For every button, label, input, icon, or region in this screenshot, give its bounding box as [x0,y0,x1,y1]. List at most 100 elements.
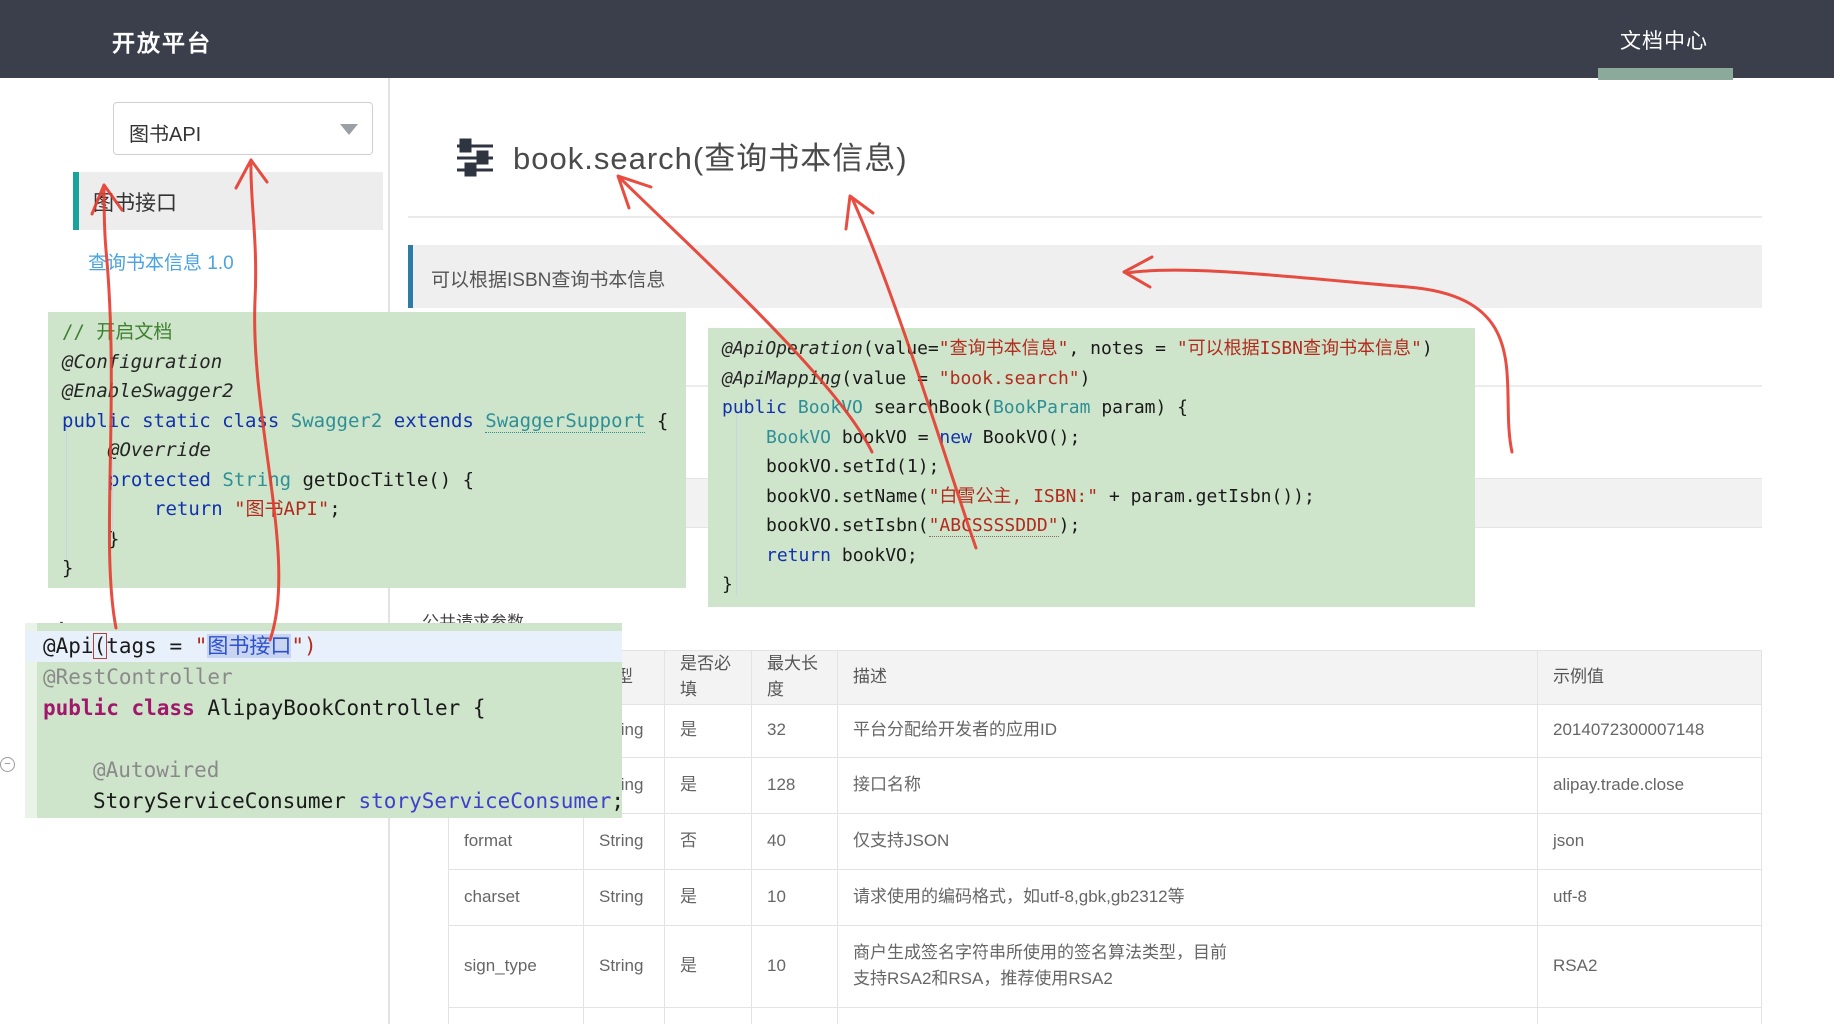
table-cell: 是 [664,757,751,813]
chevron-down-icon [340,124,358,135]
code-token: // 开启文档 [62,321,172,343]
nav-item-doc-center[interactable]: 文档中心 [1620,25,1708,55]
code-line: @Api(tags = "图书接口") [25,631,622,662]
code-line: @ApiOperation(value="查询书本信息", notes = "可… [722,334,1475,364]
code-token: extends [394,410,486,432]
code-token: ) [1422,338,1433,359]
code-token: , notes = [1068,338,1176,359]
code-line: public class AlipayBookController { [43,693,622,724]
code-token: BookVO [798,397,874,418]
page-title: book.search(查询书本信息) [513,133,908,178]
api-select-dropdown[interactable]: 图书API [113,102,373,155]
divider [408,216,1762,218]
code-line: } [62,554,686,584]
code-token: (value = [841,368,939,389]
table-cell: 40 [751,813,837,869]
code-token: @Configuration [62,351,222,373]
table-cell: 请求使用的编码格式，如utf-8,gbk,gb2312等 [837,869,1537,925]
code-token: "ABCSSSSDDD" [929,515,1059,537]
code-line [43,724,622,755]
code-line: } [722,570,1475,600]
code-line: @EnableSwagger2 [62,377,686,407]
active-tab-indicator [1598,68,1733,80]
table-cell: 10 [751,869,837,925]
code-line: BookVO bookVO = new BookVO(); [722,423,1475,453]
table-cell: format [448,813,583,869]
code-line: @Configuration [62,348,686,378]
code-line: // 开启文档 [62,318,686,348]
code-token: return [766,545,842,566]
api-summary-banner: 可以根据ISBN查询书本信息 [408,245,1762,308]
top-navbar: 开放平台 文档中心 [0,0,1834,78]
table-cell: 平台分配给开发者的应用ID [837,704,1537,757]
code-line: public BookVO searchBook(BookParam param… [722,393,1475,423]
code-token: + param.getIsbn()); [1098,486,1315,507]
code-line: return bookVO; [722,541,1475,571]
table-cell: sign_type [448,925,583,1007]
table-cell: 2014072300007148 [1537,704,1762,757]
code-line: bookVO.setIsbn("ABCSSSSDDD"); [722,511,1475,541]
page: 开放平台 文档中心 图书API 图书接口 查询书本信息 1.0 book.sea… [0,0,1834,1024]
code-snippet-swagger-config: // 开启文档 @Configuration @EnableSwagger2 publ… [48,312,686,588]
code-token: public [722,397,798,418]
code-token: "白雪公主, ISBN:" [929,486,1099,507]
code-token: searchBook( [874,397,993,418]
table-cell: utf-8 [1537,869,1762,925]
code-token: "可以根据ISBN查询书本信息" [1177,338,1422,359]
table-cell: 商户生成签名字符串所使用的签名算法类型，目前 支持RSA2和RSA，推荐使用RS… [837,925,1537,1007]
table-cell: json [1537,813,1762,869]
code-token: @EnableSwagger2 [62,380,234,402]
code-token: @ApiMapping [722,368,841,389]
code-token: StoryServiceConsumer [93,789,359,813]
code-line: @Autowired [43,755,622,786]
code-line: bookVO.setName("白雪公主, ISBN:" + param.get… [722,482,1475,512]
code-token: } [722,574,733,595]
code-token: @Autowired [93,758,219,782]
table-cell: String [583,869,664,925]
code-line: return "图书API"; [62,495,686,525]
code-line: protected String getDocTitle() { [62,466,686,496]
code-token: bookVO.setName( [766,486,929,507]
code-token: } [108,528,119,550]
table-header-cell: 示例值 [1537,650,1762,704]
sidebar-item-book-api-group[interactable]: 图书接口 [73,172,383,230]
table-header-cell: 最大长度 [751,650,837,704]
code-token: "book.search" [939,368,1080,389]
code-line: @ApiMapping(value = "book.search") [722,364,1475,394]
code-token: ; [329,498,340,520]
table-cell: RSA2 [1537,925,1762,1007]
table-cell: 否 [664,813,751,869]
code-token: public static class [62,410,291,432]
code-token: " [195,634,208,658]
code-snippet-controller: @Api(tags = "图书接口")@RestControllerpublic… [25,623,622,818]
table-header-cell: 描述 [837,650,1537,704]
code-token: BookVO [766,427,842,448]
code-token: @ApiOperation [722,338,863,359]
code-token: ) [1080,368,1091,389]
code-token: BookParam [993,397,1101,418]
code-token: Swagger2 [291,410,383,432]
code-token: ") [291,634,316,658]
table-cell: String [583,925,664,1007]
code-token: @Override [108,439,211,461]
code-token: 图书接口 [207,634,291,658]
code-token: AlipayBookController { [207,696,485,720]
api-summary-text: 可以根据ISBN查询书本信息 [431,265,665,292]
public-request-params-table: 参数类型是否必填最大长度描述示例值String是32平台分配给开发者的应用ID2… [448,650,1762,1024]
table-cell: alipay.trade.close [1537,757,1762,813]
code-token: bookVO; [842,545,918,566]
sidebar-doc-link[interactable]: 查询书本信息 1.0 [88,248,234,275]
code-token: bookVO.setIsbn( [766,515,929,536]
code-token: ( [94,634,107,658]
table-cell: 接口名称 [837,757,1537,813]
code-token: ); [1059,515,1081,536]
code-token: } [62,557,73,579]
sliders-icon [456,136,494,180]
table-cell: 仅支持JSON [837,813,1537,869]
table-cell: charset [448,869,583,925]
app-title: 开放平台 [112,24,212,58]
code-fold-icon: − [0,757,15,772]
code-token: { [645,410,668,432]
code-token: param) { [1101,397,1188,418]
code-snippet-search-method: @ApiOperation(value="查询书本信息", notes = "可… [708,328,1475,607]
